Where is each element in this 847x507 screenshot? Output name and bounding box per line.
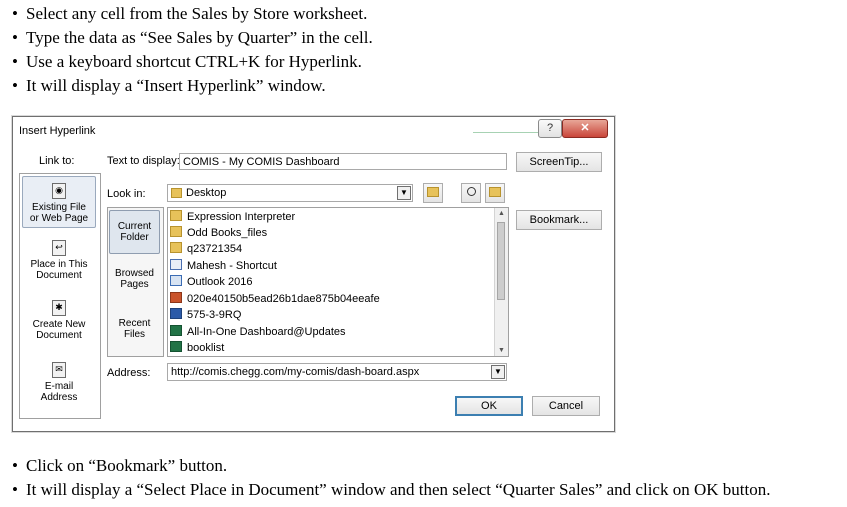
cancel-button[interactable]: Cancel	[532, 396, 600, 416]
chevron-down-icon[interactable]: ▼	[491, 365, 505, 379]
excel-file-icon	[170, 325, 182, 336]
browse-file-button[interactable]	[485, 183, 505, 203]
bookmark-button[interactable]: Bookmark...	[516, 210, 602, 230]
link-to-bar: ◉ Existing File or Web Page ↩ Place in T…	[19, 173, 101, 419]
browse-file-icon	[489, 187, 501, 197]
list-item[interactable]: 575-3-9RQ	[170, 307, 241, 323]
instruction-line: • It will display a “Insert Hyperlink” wi…	[12, 76, 326, 95]
list-item[interactable]: 020e40150b5ead26b1dae875b04eeafe	[170, 291, 380, 307]
address-input[interactable]: http://comis.chegg.com/my-comis/dash-boa…	[167, 363, 507, 381]
link-existing-file[interactable]: ◉ Existing File or Web Page	[22, 176, 96, 228]
list-item[interactable]: Outlook 2016	[170, 274, 252, 290]
dialog-titlebar: Insert Hyperlink ? ✕	[13, 117, 614, 143]
word-document-icon	[170, 308, 182, 319]
instruction-line: • It will display a “Select Place in Docu…	[12, 480, 771, 499]
up-folder-button[interactable]	[423, 183, 443, 203]
up-folder-icon	[427, 187, 439, 197]
insert-hyperlink-dialog: Insert Hyperlink ? ✕ Link to: Text to di…	[12, 116, 615, 432]
look-in-select[interactable]: Desktop ▼	[167, 184, 413, 202]
scroll-down-icon[interactable]: ▼	[495, 347, 508, 354]
instruction-line: • Use a keyboard shortcut CTRL+K for Hype…	[12, 52, 362, 71]
list-item[interactable]: booklist	[170, 340, 224, 356]
screentip-button[interactable]: ScreenTip...	[516, 152, 602, 172]
list-item[interactable]: Expression Interpreter	[170, 209, 295, 225]
shortcut-icon	[170, 259, 182, 270]
webpage-icon	[170, 275, 182, 286]
place-in-document-icon: ↩	[52, 240, 66, 256]
link-to-label: Link to:	[39, 155, 75, 167]
tab-current-folder[interactable]: Current Folder	[109, 210, 160, 254]
excel-file-icon	[170, 341, 182, 352]
browse-tabs: Current Folder Browsed Pages Recent File…	[107, 207, 164, 357]
folder-icon	[170, 226, 182, 237]
instruction-line: • Select any cell from the Sales by Store…	[12, 4, 368, 23]
instructions-bottom: • Click on “Bookmark” button. • It will di…	[12, 454, 770, 502]
close-button[interactable]: ✕	[562, 119, 608, 138]
look-in-label: Look in:	[107, 188, 146, 200]
list-item[interactable]: Odd Books_files	[170, 225, 267, 241]
list-item[interactable]: Mahesh - Shortcut	[170, 258, 277, 274]
dialog-title: Insert Hyperlink	[19, 125, 96, 137]
tab-browsed-pages[interactable]: Browsed Pages	[109, 268, 160, 298]
browse-web-icon	[466, 187, 476, 196]
link-create-new-document[interactable]: ✱ Create New Document	[22, 300, 96, 346]
folder-icon	[170, 210, 182, 221]
folder-icon	[170, 242, 182, 253]
list-item[interactable]: All-In-One Dashboard@Updates	[170, 324, 346, 340]
help-button[interactable]: ?	[538, 119, 562, 138]
desktop-folder-icon	[171, 188, 182, 198]
email-address-icon: ✉	[52, 362, 66, 378]
instructions-top: • Select any cell from the Sales by Store…	[12, 2, 373, 98]
tab-recent-files[interactable]: Recent Files	[109, 318, 160, 348]
text-to-display-label: Text to display:	[107, 155, 180, 167]
address-label: Address:	[107, 367, 151, 379]
browse-web-button[interactable]	[461, 183, 481, 203]
presentation-icon	[170, 292, 182, 303]
file-list: Expression Interpreter Odd Books_files q…	[167, 207, 509, 357]
existing-file-icon: ◉	[52, 183, 66, 199]
scrollbar-thumb[interactable]	[497, 222, 505, 300]
link-place-in-document[interactable]: ↩ Place in This Document	[22, 240, 96, 286]
chevron-down-icon[interactable]: ▼	[397, 186, 411, 200]
file-list-scrollbar[interactable]: ▲ ▼	[494, 208, 508, 356]
create-new-document-icon: ✱	[52, 300, 66, 316]
list-item[interactable]: q23721354	[170, 241, 242, 257]
instruction-line: • Type the data as “See Sales by Quarter”…	[12, 28, 373, 47]
instruction-line: • Click on “Bookmark” button.	[12, 456, 228, 475]
ok-button[interactable]: OK	[455, 396, 523, 416]
text-to-display-input[interactable]: COMIS - My COMIS Dashboard	[179, 153, 507, 170]
link-email-address[interactable]: ✉ E-mail Address	[22, 362, 96, 408]
scroll-up-icon[interactable]: ▲	[495, 210, 508, 217]
